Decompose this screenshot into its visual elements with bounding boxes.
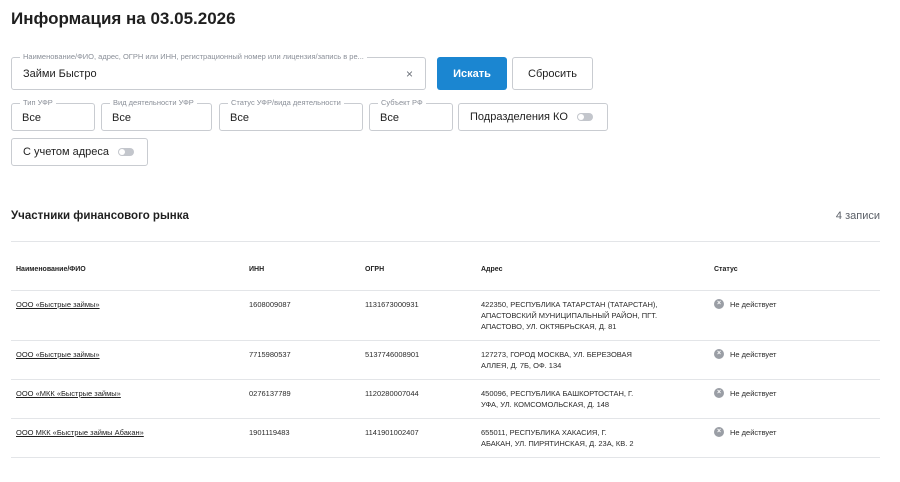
status-text: Не действует xyxy=(730,388,777,398)
search-button[interactable]: Искать xyxy=(437,57,507,90)
row-name-link[interactable]: ООО «МКК «Быстрые займы» xyxy=(16,388,121,399)
filter-region-value: Все xyxy=(380,112,399,124)
filter-ufr-type-label: Тип УФР xyxy=(20,98,56,108)
address-line: 655011, Республика Хакасия, г. xyxy=(481,428,607,437)
row-divider xyxy=(11,379,880,380)
row-ogrn: 1120280007044 xyxy=(365,389,419,398)
row-divider xyxy=(11,457,880,458)
row-inn: 1608009087 xyxy=(249,300,291,309)
address-line: Апастово, ул. Октябрьская, д. 81 xyxy=(481,322,617,331)
row-address: 422350, Республика Татарстан (Татарстан)… xyxy=(481,299,691,332)
search-input-label: Наименование/ФИО, адрес, ОГРН или ИНН, р… xyxy=(20,52,367,62)
column-header-address: Адрес xyxy=(481,266,503,273)
column-header-ogrn: ОГРН xyxy=(365,266,385,273)
section-title: Участники финансового рынка xyxy=(11,210,189,222)
filter-status-label: Статус УФР/вида деятельности xyxy=(228,98,344,108)
status-text: Не действует xyxy=(730,299,777,309)
status-badge: × Не действует xyxy=(714,388,776,398)
page-title: Информация на 03.05.2026 xyxy=(11,9,236,28)
toggle-subdivisions-label: Подразделения КО xyxy=(470,111,568,123)
filter-ufr-type[interactable]: Тип УФР Все xyxy=(11,98,95,131)
search-input-value[interactable]: Займи Быстро xyxy=(23,68,97,80)
row-address: 450096, Республика Башкортостан, г. Уфа,… xyxy=(481,388,691,410)
filter-region[interactable]: Субъект РФ Все xyxy=(369,98,453,131)
search-input[interactable]: Наименование/ФИО, адрес, ОГРН или ИНН, р… xyxy=(11,52,426,90)
filter-region-label: Субъект РФ xyxy=(378,98,426,108)
column-header-name: Наименование/ФИО xyxy=(16,266,86,273)
row-name-link[interactable]: ООО МКК «Быстрые займы Абакан» xyxy=(16,427,144,438)
address-line: Абакан, ул. Пирятинская, д. 23А, кв. 2 xyxy=(481,439,634,448)
reset-button[interactable]: Сбросить xyxy=(512,57,593,90)
row-inn: 1901119483 xyxy=(249,428,290,437)
column-header-inn: ИНН xyxy=(249,266,265,273)
header-divider xyxy=(11,290,880,291)
address-line: 127273, город Москва, ул. Березовая xyxy=(481,350,632,359)
column-header-status: Статус xyxy=(714,266,738,273)
row-name-link[interactable]: ООО «Быстрые займы» xyxy=(16,299,100,310)
address-line: 450096, Республика Башкортостан, г. xyxy=(481,389,634,398)
filter-status-value: Все xyxy=(230,112,249,124)
status-text: Не действует xyxy=(730,349,777,359)
close-circle-icon: × xyxy=(714,388,724,398)
toggle-switch-icon[interactable] xyxy=(118,148,135,156)
row-ogrn: 1141901002407 xyxy=(365,428,419,437)
row-inn: 0276137789 xyxy=(249,389,291,398)
address-line: Апастовский муниципальный район, пгт. xyxy=(481,311,658,320)
address-line: 422350, Республика Татарстан (Татарстан)… xyxy=(481,300,658,309)
divider xyxy=(11,241,880,242)
filter-activity-type-value: Все xyxy=(112,112,131,124)
row-inn: 7715980537 xyxy=(249,350,291,359)
row-divider xyxy=(11,340,880,341)
status-text: Не действует xyxy=(730,427,777,437)
filter-ufr-type-value: Все xyxy=(22,112,41,124)
filter-activity-type[interactable]: Вид деятельности УФР Все xyxy=(101,98,212,131)
row-divider xyxy=(11,418,880,419)
filter-status[interactable]: Статус УФР/вида деятельности Все xyxy=(219,98,363,131)
close-circle-icon: × xyxy=(714,299,724,309)
address-line: аллея, д. 7Б, оф. 134 xyxy=(481,361,562,370)
status-badge: × Не действует xyxy=(714,299,776,309)
toggle-with-address-label: С учетом адреса xyxy=(23,146,110,158)
row-ogrn: 5137746008901 xyxy=(365,350,420,359)
row-ogrn: 1131673000931 xyxy=(365,300,419,309)
toggle-subdivisions[interactable]: Подразделения КО xyxy=(458,103,608,131)
status-badge: × Не действует xyxy=(714,427,776,437)
status-badge: × Не действует xyxy=(714,349,776,359)
close-circle-icon: × xyxy=(714,349,724,359)
clear-icon[interactable]: × xyxy=(406,67,413,81)
toggle-with-address[interactable]: С учетом адреса xyxy=(11,138,148,166)
toggle-switch-icon[interactable] xyxy=(576,113,593,121)
row-address: 655011, Республика Хакасия, г. Абакан, у… xyxy=(481,427,691,449)
row-name-link[interactable]: ООО «Быстрые займы» xyxy=(16,349,100,360)
address-line: Уфа, ул. Комсомольская, д. 148 xyxy=(481,400,610,409)
filter-activity-type-label: Вид деятельности УФР xyxy=(110,98,197,108)
records-count: 4 записи xyxy=(835,210,880,222)
row-address: 127273, город Москва, ул. Березовая алле… xyxy=(481,349,691,371)
close-circle-icon: × xyxy=(714,427,724,437)
